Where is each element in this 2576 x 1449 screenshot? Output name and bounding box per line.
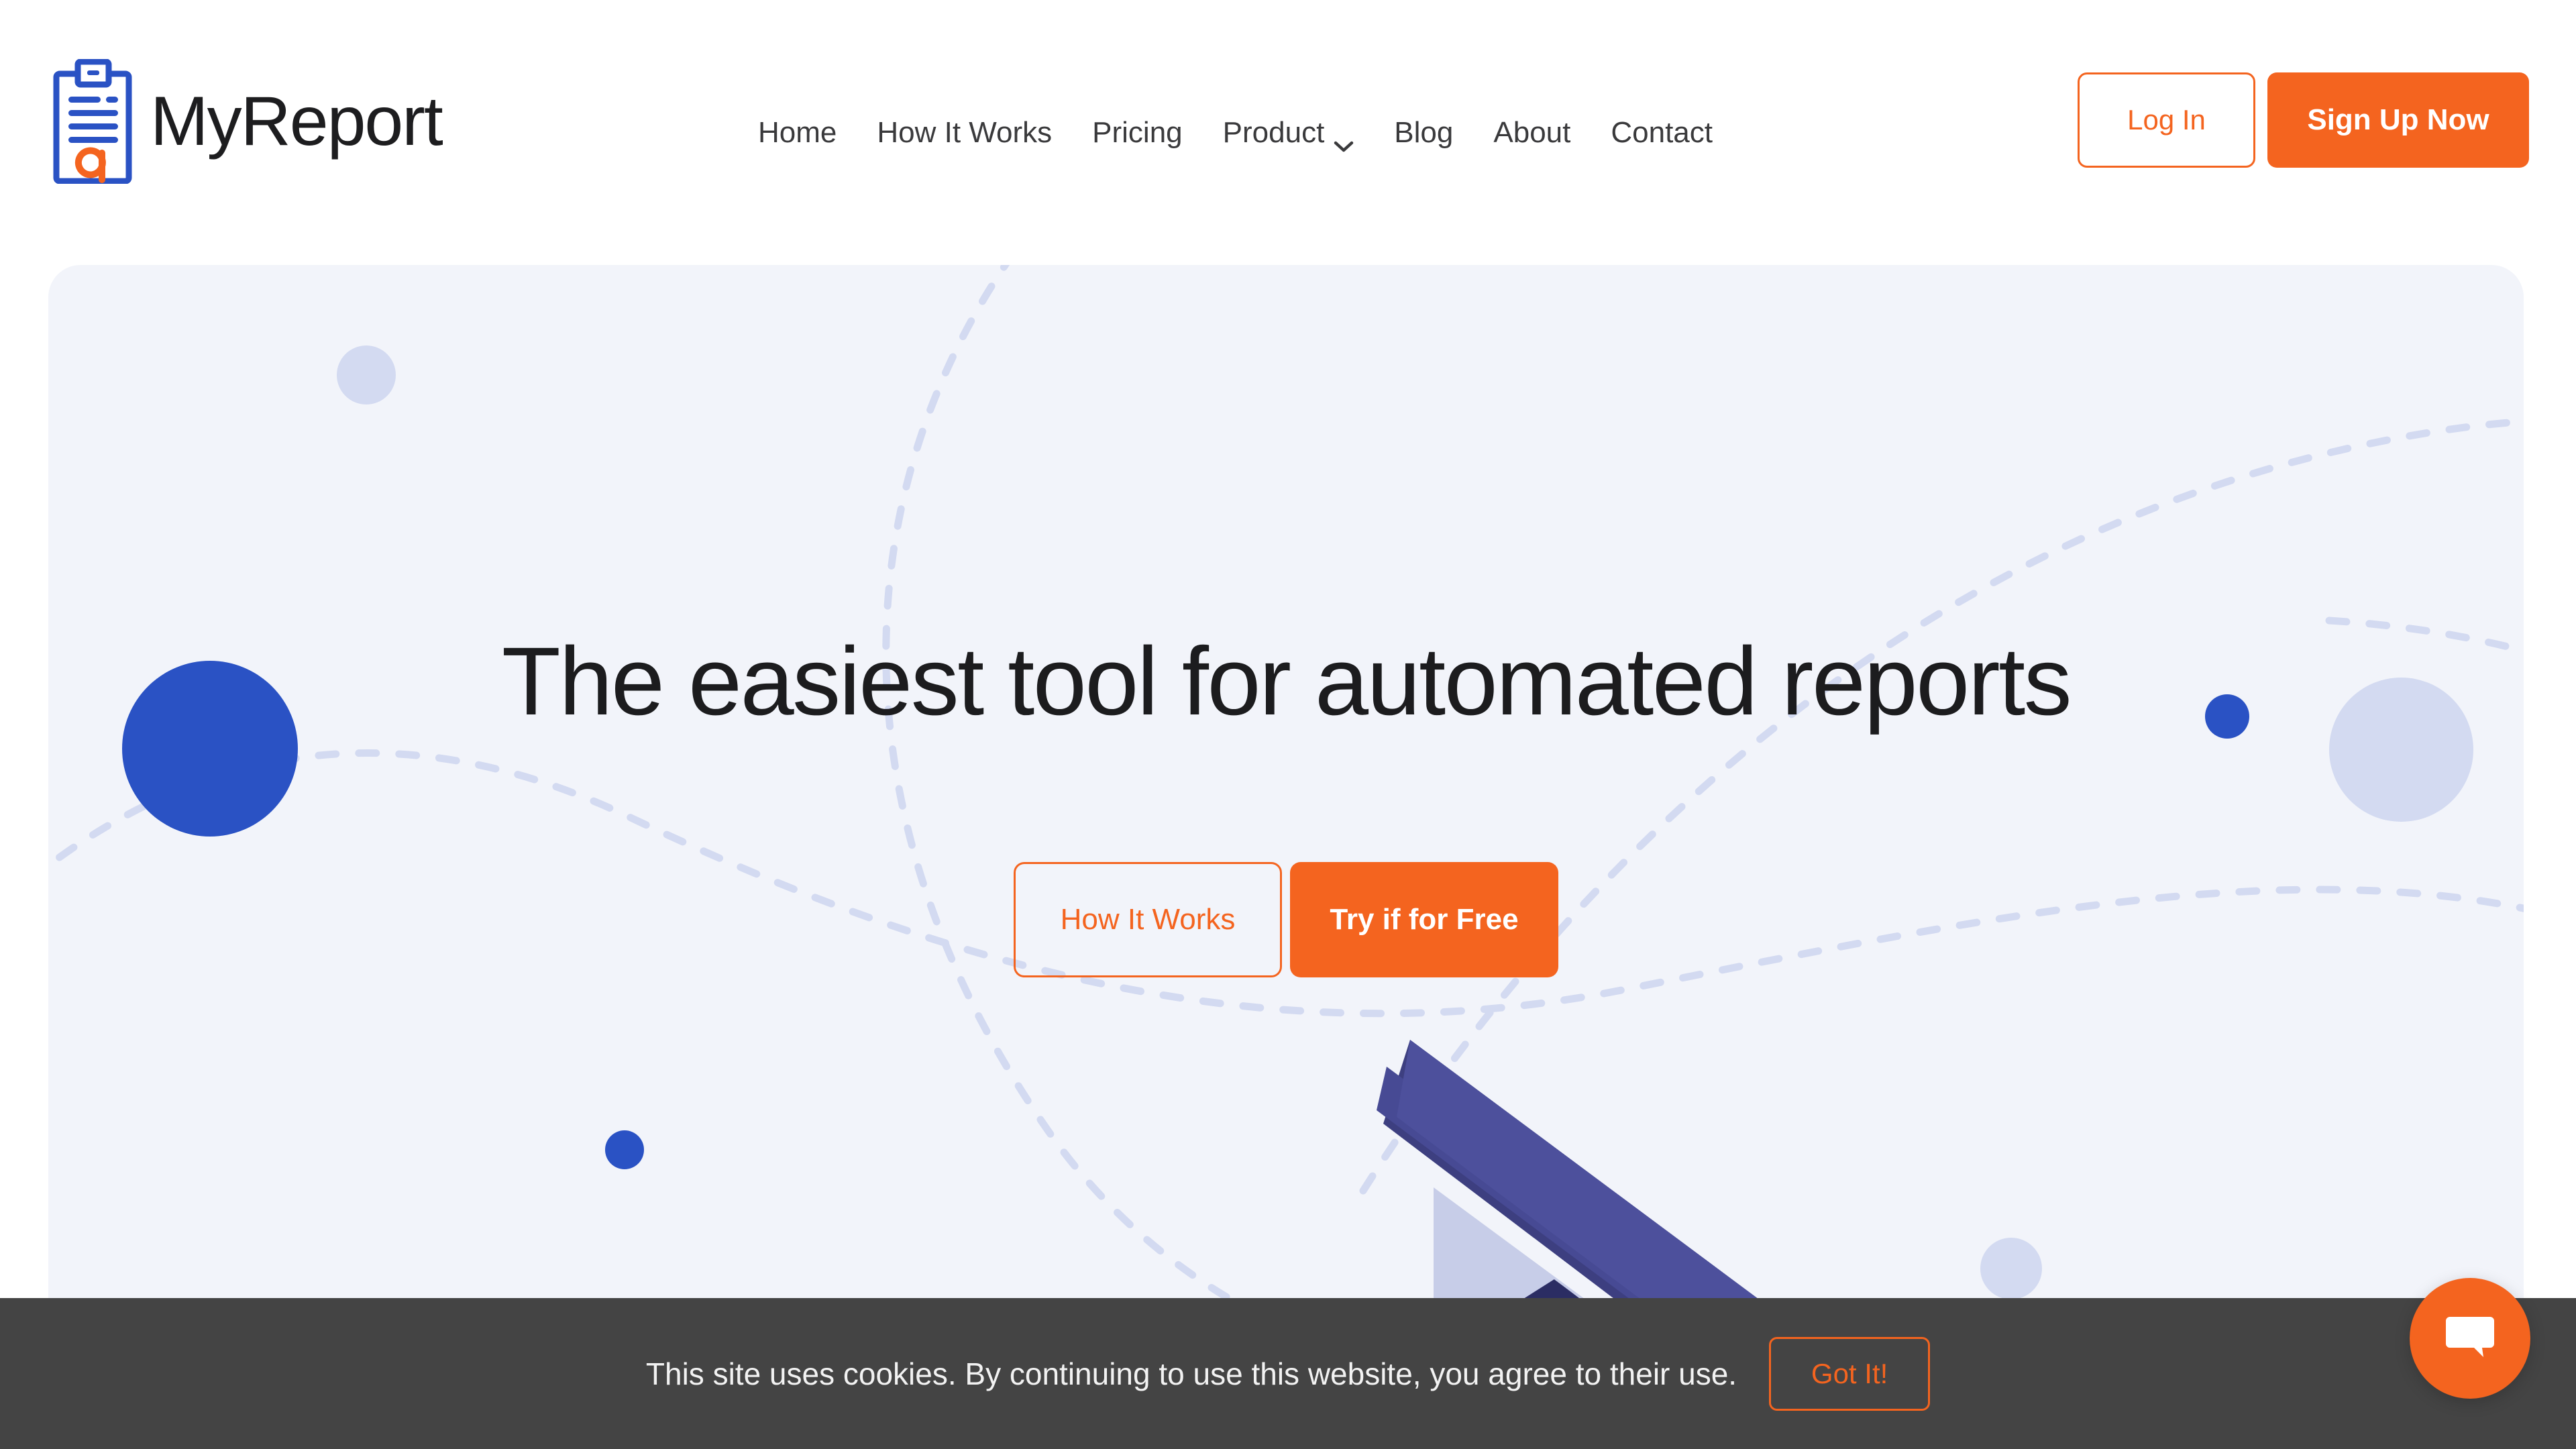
login-button[interactable]: Log In [2078,72,2255,168]
chat-widget-button[interactable] [2410,1278,2530,1399]
nav-label: Product [1222,115,1325,149]
deco-circle-lavender-sm-top [337,345,396,405]
try-for-free-button[interactable]: Try if for Free [1290,862,1558,977]
nav-item-contact[interactable]: Contact [1591,116,1733,150]
brand-logo[interactable]: MyReport [52,58,443,184]
how-it-works-button[interactable]: How It Works [1014,862,1282,977]
clipboard-report-icon [52,58,133,184]
cookie-message: This site uses cookies. By continuing to… [645,1356,1737,1391]
hero-section: The easiest tool for automated reports H… [48,265,2524,1392]
chevron-down-icon [1334,127,1354,152]
nav-item-home[interactable]: Home [738,116,857,150]
page-root: MyReport Home How It Works Pricing Produ… [0,0,2576,1449]
main-navigation: Home How It Works Pricing Product Blog A… [738,0,1733,265]
nav-item-blog[interactable]: Blog [1374,116,1473,150]
nav-label: About [1493,115,1571,149]
hero-title: The easiest tool for automated reports [501,627,2072,735]
nav-item-how-it-works[interactable]: How It Works [857,116,1072,150]
hero-cta-group: How It Works Try if for Free [48,862,2524,977]
nav-label: Pricing [1092,115,1183,149]
brand-name: MyReport [150,83,443,160]
cookie-accept-button[interactable]: Got It! [1769,1336,1931,1411]
signup-button[interactable]: Sign Up Now [2267,72,2529,168]
auth-actions: Log In Sign Up Now [2078,72,2529,168]
cookie-consent-bar: This site uses cookies. By continuing to… [0,1298,2576,1449]
nav-item-pricing[interactable]: Pricing [1072,116,1203,150]
deco-circle-blue-sm-mid [605,1130,644,1169]
site-header: MyReport Home How It Works Pricing Produ… [0,0,2576,265]
nav-label: Home [758,115,837,149]
nav-item-about[interactable]: About [1473,116,1591,150]
nav-item-product[interactable]: Product [1203,115,1375,152]
nav-label: Blog [1394,115,1454,149]
nav-label: Contact [1611,115,1713,149]
chat-bubble-icon [2443,1310,2497,1367]
nav-label: How It Works [877,115,1053,149]
